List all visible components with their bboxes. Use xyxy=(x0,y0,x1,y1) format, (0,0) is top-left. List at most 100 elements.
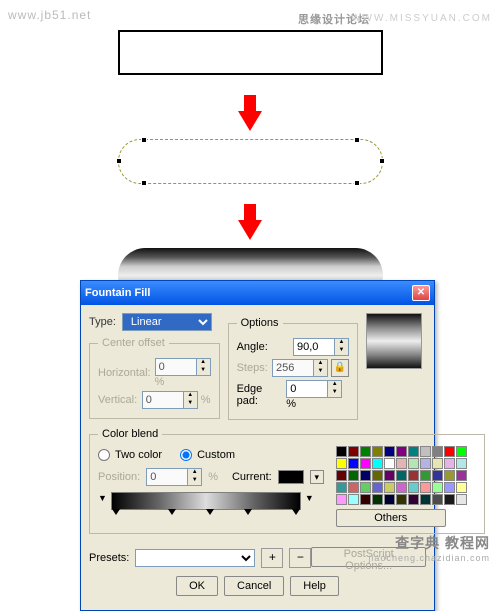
cancel-button[interactable]: Cancel xyxy=(224,576,284,596)
angle-input[interactable] xyxy=(294,339,334,355)
color-swatch[interactable] xyxy=(372,482,383,493)
position-input xyxy=(147,469,187,485)
horizontal-input xyxy=(156,359,196,375)
color-swatch[interactable] xyxy=(336,458,347,469)
color-swatch[interactable] xyxy=(408,494,419,505)
color-swatch[interactable] xyxy=(396,446,407,457)
color-swatch[interactable] xyxy=(456,482,467,493)
watermark-jb51: www.jb51.net xyxy=(8,8,91,22)
color-swatch[interactable] xyxy=(336,494,347,505)
color-swatch[interactable] xyxy=(420,494,431,505)
lock-icon[interactable]: 🔒 xyxy=(331,359,349,377)
ok-button[interactable]: OK xyxy=(176,576,218,596)
tutorial-illustration xyxy=(0,0,500,303)
dialog-title: Fountain Fill xyxy=(85,287,150,299)
arrow-down-icon xyxy=(238,111,262,131)
color-swatch[interactable] xyxy=(360,494,371,505)
color-swatch[interactable] xyxy=(348,494,359,505)
dialog-titlebar[interactable]: Fountain Fill ✕ xyxy=(81,281,434,305)
color-swatch[interactable] xyxy=(408,446,419,457)
center-offset-legend: Center offset xyxy=(98,337,169,349)
color-swatch[interactable] xyxy=(432,458,443,469)
color-swatch[interactable] xyxy=(360,470,371,481)
color-blend-legend: Color blend xyxy=(98,428,162,440)
color-swatch[interactable] xyxy=(456,470,467,481)
gradient-preview xyxy=(366,313,422,369)
presets-label: Presets: xyxy=(89,552,129,564)
color-swatch[interactable] xyxy=(408,470,419,481)
color-swatch[interactable] xyxy=(456,446,467,457)
steps-label: Steps: xyxy=(237,362,268,374)
color-swatch[interactable] xyxy=(456,458,467,469)
watermark-missyuan: WWW.MISSYUAN.COM xyxy=(351,13,492,24)
color-swatch[interactable] xyxy=(456,494,467,505)
rounded-rect-outline xyxy=(118,139,383,184)
color-swatch[interactable] xyxy=(360,482,371,493)
color-swatch[interactable] xyxy=(372,494,383,505)
presets-combo[interactable] xyxy=(135,549,255,567)
color-swatch[interactable] xyxy=(348,482,359,493)
vertical-label: Vertical: xyxy=(98,394,137,406)
rectangle-shape xyxy=(118,30,383,75)
color-swatch[interactable] xyxy=(396,470,407,481)
gradient-bar[interactable] xyxy=(111,492,301,510)
color-swatch[interactable] xyxy=(396,458,407,469)
color-swatch[interactable] xyxy=(396,494,407,505)
preset-remove-button[interactable]: − xyxy=(289,548,311,568)
color-swatch[interactable] xyxy=(444,458,455,469)
color-swatch[interactable] xyxy=(360,458,371,469)
color-swatch[interactable] xyxy=(384,470,395,481)
color-swatch[interactable] xyxy=(336,470,347,481)
color-blend-group: Color blend Two color Custom Position: ▲… xyxy=(89,428,485,534)
color-swatch[interactable] xyxy=(444,446,455,457)
color-swatch[interactable] xyxy=(348,458,359,469)
color-swatch[interactable] xyxy=(444,470,455,481)
options-legend: Options xyxy=(237,317,283,329)
color-swatch[interactable] xyxy=(420,470,431,481)
color-swatch[interactable] xyxy=(432,446,443,457)
two-color-radio[interactable]: Two color xyxy=(98,449,162,461)
color-swatch[interactable] xyxy=(336,482,347,493)
vertical-input xyxy=(143,392,183,408)
horizontal-label: Horizontal: xyxy=(98,367,151,379)
help-button[interactable]: Help xyxy=(290,576,339,596)
color-swatch[interactable] xyxy=(432,494,443,505)
color-swatch[interactable] xyxy=(348,470,359,481)
color-palette[interactable] xyxy=(336,446,468,505)
steps-input xyxy=(273,360,313,376)
color-swatch[interactable] xyxy=(384,446,395,457)
color-swatch[interactable] xyxy=(384,494,395,505)
color-swatch[interactable] xyxy=(372,470,383,481)
others-button[interactable]: Others xyxy=(336,509,446,527)
close-button[interactable]: ✕ xyxy=(412,285,430,301)
color-swatch[interactable] xyxy=(396,482,407,493)
marker-left-icon[interactable]: ▼ xyxy=(98,493,107,503)
color-swatch[interactable] xyxy=(420,446,431,457)
marker-right-icon[interactable]: ▼ xyxy=(305,493,314,503)
color-swatch[interactable] xyxy=(444,482,455,493)
current-color-swatch xyxy=(278,470,304,484)
color-swatch[interactable] xyxy=(432,482,443,493)
color-swatch[interactable] xyxy=(420,482,431,493)
color-swatch[interactable] xyxy=(408,482,419,493)
dropper-icon[interactable]: ▾ xyxy=(310,470,324,484)
color-swatch[interactable] xyxy=(336,446,347,457)
edgepad-label: Edge pad: xyxy=(237,383,283,407)
color-swatch[interactable] xyxy=(384,458,395,469)
current-label: Current: xyxy=(232,471,272,483)
type-combo[interactable]: Linear xyxy=(122,313,212,331)
type-label: Type: xyxy=(89,316,116,328)
edgepad-input[interactable] xyxy=(287,381,327,397)
color-swatch[interactable] xyxy=(372,446,383,457)
options-group: Options Angle: ▲▼ Steps: ▲▼ 🔒 Edge pad: xyxy=(228,317,358,420)
color-swatch[interactable] xyxy=(372,458,383,469)
preset-add-button[interactable]: + xyxy=(261,548,283,568)
color-swatch[interactable] xyxy=(384,482,395,493)
color-swatch[interactable] xyxy=(432,470,443,481)
color-swatch[interactable] xyxy=(348,446,359,457)
color-swatch[interactable] xyxy=(444,494,455,505)
color-swatch[interactable] xyxy=(360,446,371,457)
color-swatch[interactable] xyxy=(408,458,419,469)
color-swatch[interactable] xyxy=(420,458,431,469)
custom-radio[interactable]: Custom xyxy=(180,449,235,461)
